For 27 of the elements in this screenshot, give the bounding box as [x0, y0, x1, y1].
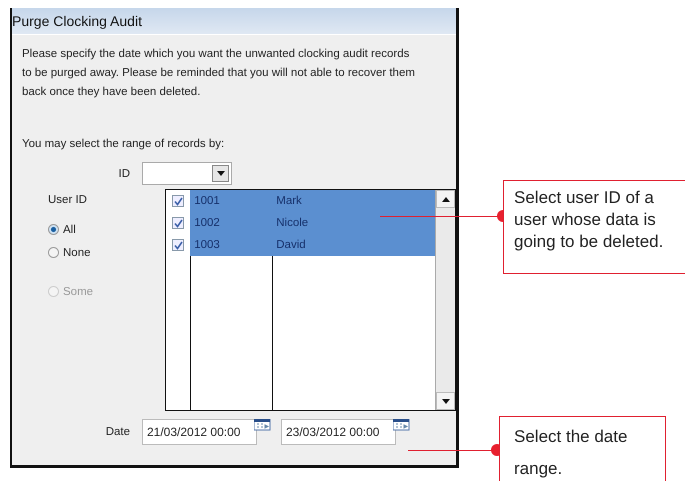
callout-text: Select the date range.: [499, 416, 666, 481]
radio-option[interactable]: All: [48, 218, 166, 241]
scroll-down-icon[interactable]: [436, 392, 455, 410]
callout-text: Select user ID of a user whose data is going to be deleted.: [503, 180, 685, 274]
checkbox[interactable]: [172, 239, 184, 251]
scrollbar[interactable]: [435, 190, 455, 410]
calendar-icon[interactable]: [254, 419, 271, 431]
user-id-label: User ID: [48, 194, 88, 206]
window-title: Purge Clocking Audit: [12, 13, 142, 29]
calendar-icon[interactable]: [393, 419, 410, 431]
user-row[interactable]: 1003 David: [166, 234, 455, 256]
user-id-cell: 1001: [190, 190, 274, 212]
user-row[interactable]: 1002 Nicole: [166, 212, 455, 234]
date-label: Date: [104, 426, 131, 438]
user-id-cell: 1002: [190, 212, 274, 234]
radio-option[interactable]: None: [48, 241, 166, 264]
instruction-text: Please specify the date which you want the unwanted clocking audit records to be purged away. Please be reminded that you will not able to recover them back once they have been deleted.: [22, 47, 416, 100]
checkbox[interactable]: [172, 195, 184, 207]
user-id-cell: 1003: [190, 234, 274, 256]
user-row[interactable]: 1001 Mark: [166, 190, 455, 212]
checkbox[interactable]: [172, 217, 184, 229]
scroll-up-icon[interactable]: [436, 190, 455, 208]
date-to-field[interactable]: 23/03/2012 00:00: [281, 419, 396, 445]
date-from-field[interactable]: 21/03/2012 00:00: [142, 419, 257, 445]
id-label: ID: [118, 168, 131, 180]
range-label: You may select the range of records by:: [22, 138, 226, 150]
id-dropdown[interactable]: [142, 162, 232, 185]
